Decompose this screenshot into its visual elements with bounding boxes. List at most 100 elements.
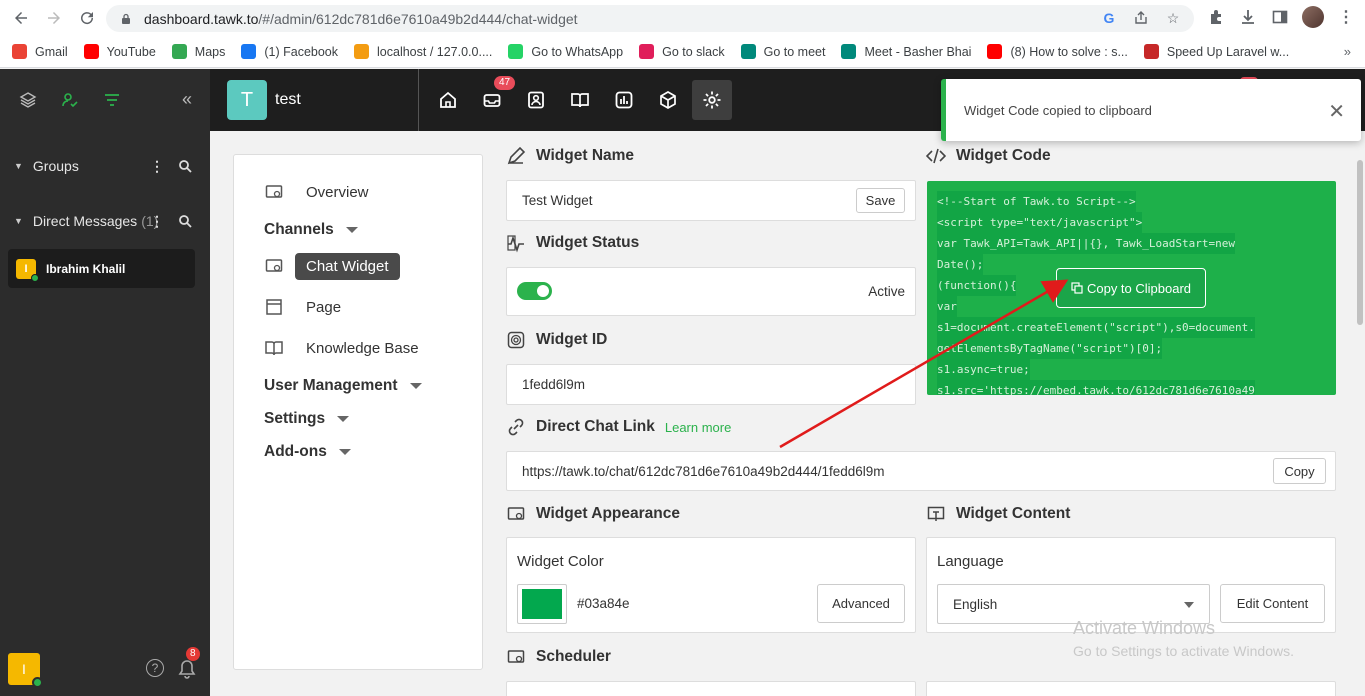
groups-label: Groups <box>32 158 79 174</box>
code-line: s1.src='https://embed.tawk.to/612dc781d6… <box>937 380 1255 395</box>
menu-item-chat-widget[interactable]: Chat Widget <box>295 253 400 280</box>
book-icon <box>265 341 283 356</box>
page-scrollbar[interactable] <box>1357 160 1363 325</box>
contacts-icon[interactable] <box>60 90 80 110</box>
user-avatar[interactable]: I <box>8 653 43 688</box>
status-label: Active <box>868 284 905 299</box>
knowledge-nav[interactable] <box>560 80 600 120</box>
forward-button[interactable] <box>39 3 69 33</box>
direct-link-field[interactable]: https://tawk.to/chat/612dc781d6e7610a49b… <box>506 451 1336 491</box>
meet-icon <box>740 44 756 59</box>
direct-link-value[interactable]: https://tawk.to/chat/612dc781d6e7610a49b… <box>522 464 885 479</box>
dm-contact-item[interactable]: I Ibrahim Khalil <box>8 249 195 288</box>
menu-item-knowledge-base[interactable]: Knowledge Base <box>264 338 419 358</box>
arrow-right-icon <box>48 12 60 24</box>
menu-group-label: Add-ons <box>264 443 327 460</box>
bookmark-label: Go to slack <box>662 44 725 59</box>
status-toggle[interactable] <box>517 282 552 300</box>
bookmark-item[interactable]: Maps <box>171 44 225 59</box>
menu-item-page[interactable]: Page <box>264 297 341 317</box>
property-name[interactable]: test <box>275 91 301 109</box>
color-swatch[interactable] <box>517 584 567 624</box>
addons-nav[interactable] <box>648 80 688 120</box>
caret-down-icon: ▼ <box>14 161 23 171</box>
menu-group-label: Channels <box>264 221 334 238</box>
bookmark-item[interactable]: (8) How to solve : s... <box>987 44 1128 59</box>
reports-nav[interactable] <box>604 80 644 120</box>
settings-nav[interactable] <box>692 80 732 120</box>
search-icon[interactable] <box>178 159 192 173</box>
menu-group-settings[interactable]: Settings <box>264 410 350 428</box>
menu-group-user-management[interactable]: User Management <box>264 377 422 395</box>
bookmark-item[interactable]: Go to WhatsApp <box>508 44 623 59</box>
bookmark-item[interactable]: Meet - Basher Bhai <box>841 44 971 59</box>
filter-icon[interactable] <box>102 90 122 110</box>
bookmark-item[interactable]: Go to slack <box>639 44 725 59</box>
bookmark-item[interactable]: localhost / 127.0.0.... <box>354 44 492 59</box>
widget-id-field[interactable]: 1fedd6l9m <box>506 364 916 405</box>
copy-link-button[interactable]: Copy <box>1273 458 1326 484</box>
bookmark-item[interactable]: Go to meet <box>740 44 825 59</box>
google-icon[interactable]: G <box>1100 9 1118 27</box>
caret-down-icon <box>345 227 358 233</box>
copy-to-clipboard-button[interactable]: Copy to Clipboard <box>1056 268 1206 308</box>
code-line: Date(); <box>937 254 984 275</box>
url-host: dashboard.tawk.to <box>144 10 259 27</box>
dm-more-icon[interactable]: ⋮ <box>150 213 164 230</box>
groups-section[interactable]: ▼ Groups ⋮ <box>0 154 210 178</box>
scheduler-heading: Scheduler <box>506 647 611 667</box>
phpmyadmin-icon <box>354 44 370 59</box>
widget-id-value[interactable]: 1fedd6l9m <box>522 377 585 392</box>
help-icon[interactable]: ? <box>146 659 164 677</box>
reload-button[interactable] <box>72 3 102 33</box>
appearance-icon <box>507 507 525 520</box>
layers-icon[interactable] <box>18 90 38 110</box>
bookmark-item[interactable]: YouTube <box>83 44 156 59</box>
settings-menu: Overview Channels Chat Widget Page Knowl… <box>233 154 483 670</box>
bookmark-item[interactable]: Gmail <box>12 44 68 59</box>
heading-text: Widget Appearance <box>536 505 680 522</box>
learn-more-link[interactable]: Learn more <box>665 420 731 435</box>
download-icon[interactable] <box>1238 7 1258 27</box>
sidepanel-icon[interactable] <box>1270 7 1290 27</box>
profile-avatar[interactable] <box>1302 6 1324 28</box>
bookmark-label: Go to WhatsApp <box>531 44 624 59</box>
widget-name-value[interactable]: Test Widget <box>522 193 593 208</box>
toast-notification: Widget Code copied to clipboard ✕ <box>941 79 1361 141</box>
bookmarks-bar: Gmail YouTube Maps (1) Facebook localhost / … <box>0 36 1365 68</box>
menu-group-addons[interactable]: Add-ons <box>264 443 351 461</box>
bookmark-label: Speed Up Laravel w... <box>1166 44 1290 59</box>
widget-name-field[interactable]: Test Widget Save <box>506 180 916 221</box>
advanced-button[interactable]: Advanced <box>817 584 905 623</box>
extensions-icon[interactable] <box>1206 7 1226 27</box>
slack-icon <box>639 44 655 59</box>
bookmark-item[interactable]: (1) Facebook <box>241 44 338 59</box>
back-button[interactable] <box>6 3 36 33</box>
bookmark-item[interactable]: Speed Up Laravel w... <box>1143 44 1290 59</box>
bookmarks-overflow-icon[interactable]: » <box>1344 44 1351 59</box>
bookmark-label: (8) How to solve : s... <box>1010 44 1128 59</box>
caret-down-icon <box>337 416 350 422</box>
bell-icon[interactable] <box>178 659 196 679</box>
avatar-initial: I <box>24 262 28 275</box>
groups-more-icon[interactable]: ⋮ <box>150 158 164 175</box>
inbox-nav[interactable]: 47 <box>472 76 516 120</box>
code-line: <script type="text/javascript"> <box>937 212 1143 233</box>
share-icon[interactable] <box>1132 9 1150 27</box>
address-bar[interactable]: dashboard.tawk.to/#/admin/612dc781d6e761… <box>106 5 1194 32</box>
menu-item-overview[interactable]: Overview <box>264 182 369 202</box>
close-icon[interactable]: ✕ <box>1328 99 1345 124</box>
search-icon[interactable] <box>178 214 192 228</box>
color-hex-value[interactable]: #03a84e <box>577 596 630 611</box>
property-avatar[interactable]: T <box>227 80 267 120</box>
collapse-sidebar-icon[interactable]: « <box>182 89 192 110</box>
menu-kebab-icon[interactable]: ⋮ <box>1336 7 1356 27</box>
star-icon[interactable]: ☆ <box>1164 9 1182 27</box>
dm-section[interactable]: ▼ Direct Messages (1) ⋮ <box>0 209 210 233</box>
home-nav[interactable] <box>428 80 468 120</box>
menu-group-channels[interactable]: Channels <box>264 221 358 239</box>
save-button[interactable]: Save <box>856 188 905 213</box>
widget-appearance-heading: Widget Appearance <box>506 504 680 524</box>
contacts-nav[interactable] <box>516 80 556 120</box>
widget-content-heading: Widget Content <box>926 504 1070 524</box>
